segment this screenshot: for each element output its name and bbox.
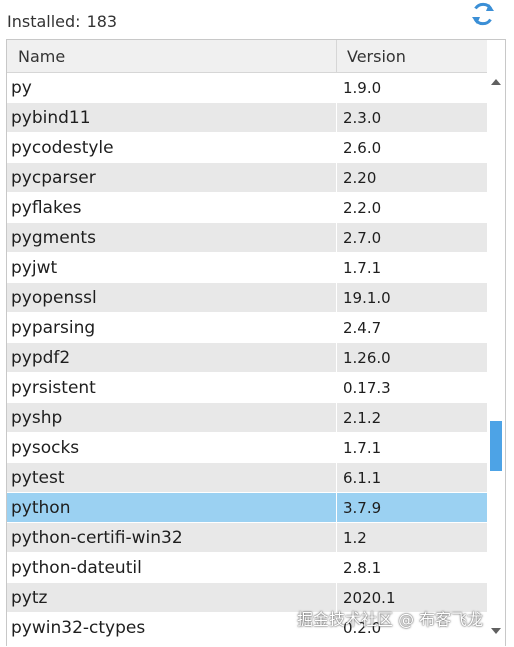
table-row[interactable]: pyflakes 2.2.0 [7,193,487,223]
table-row[interactable]: pycparser 2.20 [7,163,487,193]
table-header: Name Version [7,40,487,73]
table-body: py 1.9.0 pybind11 2.3.0 pycodestyle 2.6.0 pycp… [7,73,487,646]
package-name-cell: python-dateutil [7,553,337,582]
package-version-cell: 2.4.7 [343,319,382,337]
watermark-text: 掘金技术社区 @ 布客飞龙 [297,610,484,629]
package-name-cell: pywin32-ctypes [7,613,337,642]
package-name-cell: pyparsing [7,313,337,342]
package-manager-panel: Installed: 183 Name Version py 1.9.0 pybind… [0,0,514,647]
scrollbar-thumb[interactable] [490,421,502,471]
refresh-button[interactable] [469,0,497,28]
package-version-cell: 2.3.0 [343,109,382,127]
package-version-cell: 1.2 [343,529,367,547]
package-name-cell: pycparser [7,163,337,192]
vertical-scrollbar[interactable] [487,73,505,646]
package-name-cell: pygments [7,223,337,252]
table-row[interactable]: pytest 6.1.1 [7,463,487,493]
table-row[interactable]: pypdf2 1.26.0 [7,343,487,373]
table-row[interactable]: pygments 2.7.0 [7,223,487,253]
package-version-cell: 2.7.0 [343,229,382,247]
package-name-cell: pytz [7,583,337,612]
package-name-cell: pytest [7,463,337,492]
table-row[interactable]: pybind11 2.3.0 [7,103,487,133]
package-name-cell: python-certifi-win32 [7,523,337,552]
table-row[interactable]: pysocks 1.7.1 [7,433,487,463]
table-row[interactable]: pycodestyle 2.6.0 [7,133,487,163]
package-version-cell: 3.7.9 [343,499,382,517]
package-name-cell: pyjwt [7,253,337,282]
package-version-cell: 2.20 [343,169,377,187]
package-name-cell: py [7,73,337,102]
installed-count: 183 [86,12,118,31]
table-row[interactable]: pyshp 2.1.2 [7,403,487,433]
package-version-cell: 1.7.1 [343,439,382,457]
table-row[interactable]: pyrsistent 0.17.3 [7,373,487,403]
package-name-cell: pyflakes [7,193,337,222]
package-version-cell: 2.8.1 [343,559,382,577]
package-version-cell: 1.26.0 [343,349,391,367]
package-name-cell: pypdf2 [7,343,337,372]
installed-label: Installed: [7,12,81,31]
package-version-cell: 1.7.1 [343,259,382,277]
package-version-cell: 2.6.0 [343,139,382,157]
package-version-cell: 6.1.1 [343,469,382,487]
column-header-name[interactable]: Name [7,40,337,72]
package-name-cell: python [7,493,337,522]
table-row[interactable]: pyopenssl 19.1.0 [7,283,487,313]
package-version-cell: 2.2.0 [343,199,382,217]
package-name-cell: pysocks [7,433,337,462]
refresh-icon [472,2,494,26]
table-row[interactable]: py 1.9.0 [7,73,487,103]
package-version-cell: 2.1.2 [343,409,382,427]
package-name-cell: pyrsistent [7,373,337,402]
scroll-down-arrow-icon[interactable] [487,622,505,640]
table-row[interactable]: python-certifi-win32 1.2 [7,523,487,553]
package-name-cell: pyopenssl [7,283,337,312]
table-row[interactable]: pyjwt 1.7.1 [7,253,487,283]
package-version-cell: 1.9.0 [343,79,382,97]
installed-count-label: Installed: 183 [7,10,117,34]
package-version-cell: 0.17.3 [343,379,391,397]
package-version-cell: 19.1.0 [343,289,391,307]
table-row[interactable]: python 3.7.9 [7,493,487,523]
table-row[interactable]: pyparsing 2.4.7 [7,313,487,343]
scroll-up-arrow-icon[interactable] [487,73,505,91]
column-header-version[interactable]: Version [337,40,487,72]
table-row[interactable]: python-dateutil 2.8.1 [7,553,487,583]
package-name-cell: pycodestyle [7,133,337,162]
package-table: Name Version py 1.9.0 pybind11 2.3.0 pycodes… [6,39,506,646]
package-name-cell: pybind11 [7,103,337,132]
package-name-cell: pyshp [7,403,337,432]
